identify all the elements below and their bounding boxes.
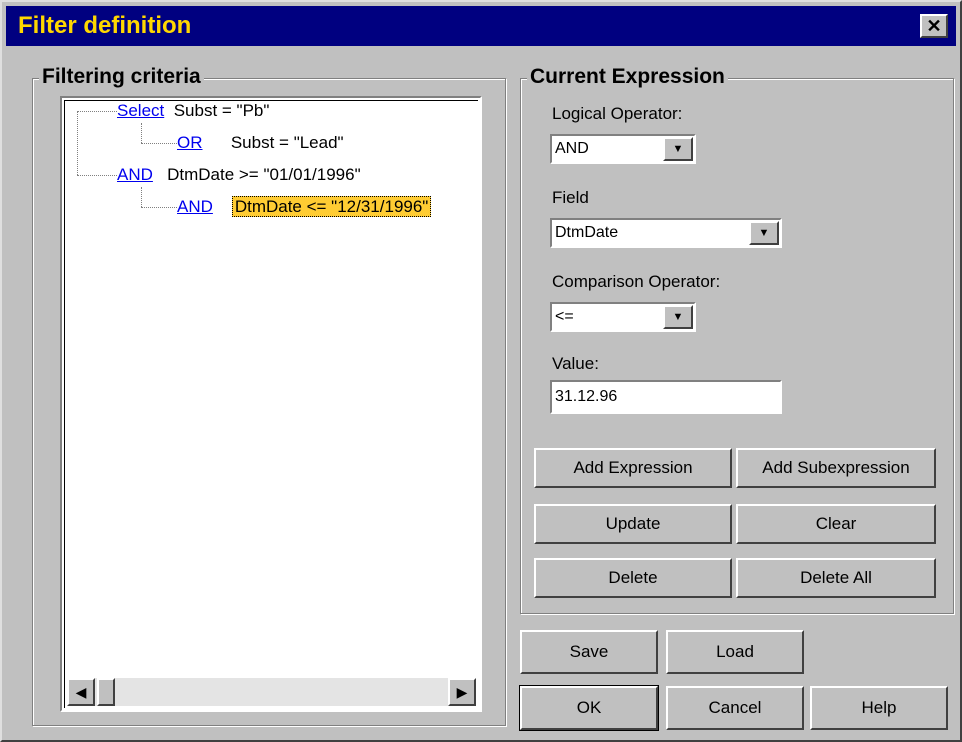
logical-operator-value: AND xyxy=(555,140,589,157)
tree-line xyxy=(77,111,117,112)
tree-node-operator[interactable]: OR xyxy=(177,133,203,152)
tree-line xyxy=(77,111,78,175)
tree-line xyxy=(141,207,177,208)
tree-node-selected[interactable]: AND DtmDate <= "12/31/1996" xyxy=(177,196,432,217)
chevron-down-icon: ▼ xyxy=(672,311,684,323)
ok-button[interactable]: OK xyxy=(519,685,659,731)
chevron-down-icon: ▼ xyxy=(758,227,770,239)
save-button[interactable]: Save xyxy=(520,630,658,674)
tree-node[interactable]: Select Subst = "Pb" xyxy=(117,101,269,121)
field-value: DtmDate xyxy=(555,224,619,241)
tree-node-expression: DtmDate >= "01/01/1996" xyxy=(167,165,361,184)
scroll-left-button[interactable]: ◀ xyxy=(67,678,95,706)
filter-definition-dialog: Filter definition ✕ Filtering criteria S… xyxy=(0,0,962,742)
comparison-operator-label: Comparison Operator: xyxy=(552,272,721,291)
add-expression-button[interactable]: Add Expression xyxy=(534,448,732,488)
value-label: Value: xyxy=(552,354,599,373)
comparison-operator-value: <= xyxy=(555,308,574,325)
tree-node[interactable]: AND DtmDate >= "01/01/1996" xyxy=(117,165,361,185)
tree-node-operator[interactable]: Select xyxy=(117,101,164,120)
tree-node-operator[interactable]: AND xyxy=(177,197,213,216)
filtering-criteria-label: Filtering criteria xyxy=(39,65,204,89)
title-bar[interactable]: Filter definition ✕ xyxy=(6,6,956,46)
load-button[interactable]: Load xyxy=(666,630,804,674)
tree-node-expression: Subst = "Lead" xyxy=(230,133,344,152)
tree-node-expression: DtmDate <= "12/31/1996" xyxy=(231,196,432,217)
value-input[interactable]: 31.12.96 xyxy=(550,380,782,414)
close-button[interactable]: ✕ xyxy=(920,14,948,38)
tree-node-operator[interactable]: AND xyxy=(117,165,153,184)
scroll-thumb[interactable] xyxy=(97,678,115,706)
tree-line xyxy=(77,175,117,176)
tree-node[interactable]: OR Subst = "Lead" xyxy=(177,133,344,153)
current-expression-label: Current Expression xyxy=(527,65,728,89)
close-icon: ✕ xyxy=(926,16,942,36)
clear-button[interactable]: Clear xyxy=(736,504,936,544)
arrow-left-icon: ◀ xyxy=(75,684,87,700)
tree-line xyxy=(141,123,142,143)
dropdown-button[interactable]: ▼ xyxy=(663,305,693,329)
logical-operator-select[interactable]: AND ▼ xyxy=(550,134,696,164)
comparison-operator-select[interactable]: <= ▼ xyxy=(550,302,696,332)
arrow-right-icon: ▶ xyxy=(456,684,468,700)
logical-operator-label: Logical Operator: xyxy=(552,104,683,123)
tree-node-expression: Subst = "Pb" xyxy=(173,101,270,120)
dropdown-button[interactable]: ▼ xyxy=(749,221,779,245)
field-label: Field xyxy=(552,188,589,207)
add-subexpression-button[interactable]: Add Subexpression xyxy=(736,448,936,488)
update-button[interactable]: Update xyxy=(534,504,732,544)
value-text: 31.12.96 xyxy=(555,388,618,405)
dropdown-button[interactable]: ▼ xyxy=(663,137,693,161)
delete-button[interactable]: Delete xyxy=(534,558,732,598)
scroll-right-button[interactable]: ▶ xyxy=(448,678,476,706)
field-select[interactable]: DtmDate ▼ xyxy=(550,218,782,248)
help-button[interactable]: Help xyxy=(810,686,948,730)
cancel-button[interactable]: Cancel xyxy=(666,686,804,730)
tree-line xyxy=(141,187,142,207)
criteria-tree[interactable]: Select Subst = "Pb" OR Subst = "Lead" AN… xyxy=(60,96,482,712)
tree-line xyxy=(141,143,177,144)
horizontal-scrollbar[interactable]: ◀ ▶ xyxy=(67,678,476,706)
window-title: Filter definition xyxy=(18,12,192,39)
chevron-down-icon: ▼ xyxy=(672,143,684,155)
delete-all-button[interactable]: Delete All xyxy=(736,558,936,598)
